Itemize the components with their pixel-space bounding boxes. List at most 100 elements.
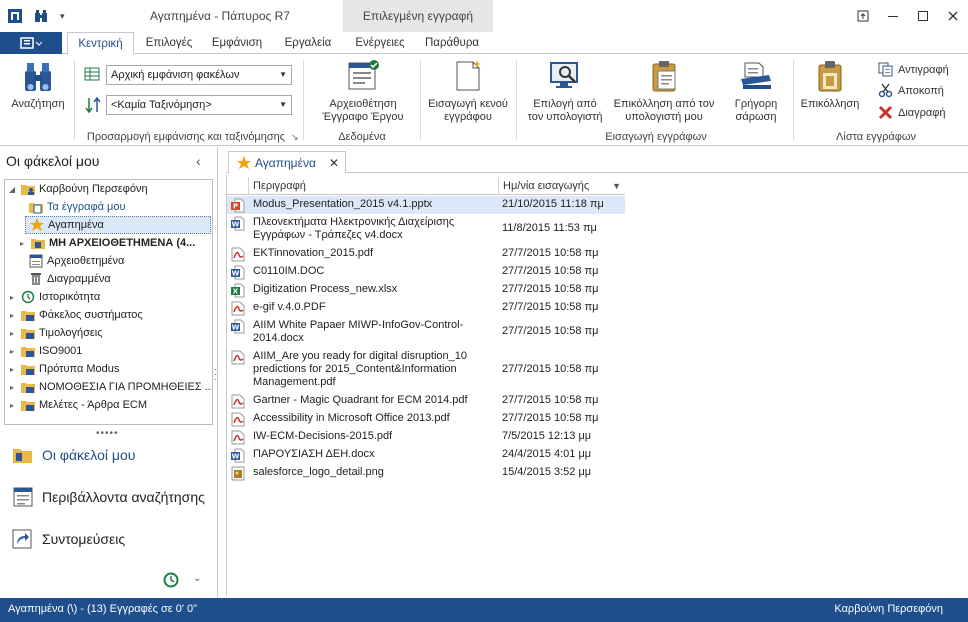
splitter-grip-icon[interactable]: · · · xyxy=(214,365,217,385)
table-row[interactable]: salesforce_logo_detail.png 15/4/2015 3:52… xyxy=(227,464,625,482)
row-date: 27/7/2015 10:58 πμ xyxy=(502,412,599,424)
tree-node-unfiled[interactable]: ▸ ΜΗ ΑΡΧΕΙΟΘΕΤΗΜΕΝΑ (4... xyxy=(17,234,195,252)
expand-icon[interactable]: ▸ xyxy=(7,383,17,392)
app-logo-icon[interactable] xyxy=(6,7,24,25)
archived-icon xyxy=(28,254,44,268)
tab-windows[interactable]: Παράθυρα xyxy=(420,32,484,54)
pane-splitter-grip[interactable]: ••••• xyxy=(96,428,119,439)
paste-button[interactable]: Επικόλληση xyxy=(798,58,862,111)
minimize-icon[interactable] xyxy=(878,0,908,32)
maximize-icon[interactable] xyxy=(908,0,938,32)
row-date: 27/7/2015 10:58 πμ xyxy=(502,265,599,277)
scanner-icon xyxy=(739,58,773,94)
tree-node-favorites[interactable]: Αγαπημένα xyxy=(25,216,211,234)
table-row[interactable]: Gartner - Magic Quadrant for ECM 2014.pd… xyxy=(227,392,625,410)
svg-text:W: W xyxy=(232,221,240,229)
tree-node-invoices[interactable]: ▸ Τιμολογήσεις xyxy=(7,324,103,342)
insert-blank-document-button[interactable]: Εισαγωγή κενού εγγράφου xyxy=(424,58,512,124)
expand-icon[interactable]: ▸ xyxy=(17,239,27,248)
star-icon xyxy=(237,155,251,169)
table-row[interactable]: e-gif v.4.0.PDF 27/7/2015 10:58 πμ xyxy=(227,299,625,317)
tab-favorites[interactable]: Αγαπημένα ✕ xyxy=(228,151,346,174)
delete-button[interactable]: Διαγραφή xyxy=(878,105,946,120)
tab-actions[interactable]: Ενέργειες xyxy=(348,32,412,54)
svg-text:W: W xyxy=(232,453,240,461)
tree-node-deleted[interactable]: Διαγραμμένα xyxy=(25,270,111,288)
table-row[interactable]: P Modus_Presentation_2015 v4.1.pptx 21/10/… xyxy=(227,196,625,214)
paste-label: Επικόλληση xyxy=(800,98,860,110)
expand-icon[interactable]: ▸ xyxy=(7,365,17,374)
tree-node-system-folder[interactable]: ▸ Φάκελος συστήματος xyxy=(7,306,143,324)
tab-options[interactable]: Επιλογές xyxy=(140,32,198,54)
row-date: 27/7/2015 10:58 πμ xyxy=(502,283,599,295)
tree-node-my-documents[interactable]: Τα έγγραφά μου xyxy=(25,198,125,216)
tree-node-user[interactable]: ◢ Καρβούνη Περσεφόνη xyxy=(7,180,148,198)
paste-from-computer-button[interactable]: Επικόλληση από τον υπολογιστή μου xyxy=(608,58,720,124)
user-folder-icon xyxy=(20,182,36,196)
folders-pane: Οι φάκελοί μου ‹ ◢ Καρβούνη Περσεφόνη Τα… xyxy=(0,147,218,598)
qat-customize-icon[interactable]: ▾ xyxy=(60,11,65,22)
expand-icon[interactable]: ◢ xyxy=(7,185,17,194)
tab-view[interactable]: Εμφάνιση xyxy=(206,32,268,54)
table-row[interactable]: W ΠΑΡΟΥΣΙΑΣΗ ΔΕΗ.docx 24/4/2015 4:01 μμ xyxy=(227,446,625,464)
view-mode-select[interactable]: Αρχική εμφάνιση φακέλων ▼ xyxy=(106,65,292,85)
restore-ribbon-icon[interactable] xyxy=(848,0,878,32)
table-row[interactable]: EKTinnovation_2015.pdf 27/7/2015 10:58 πμ xyxy=(227,245,625,263)
star-icon xyxy=(29,218,45,232)
copy-button[interactable]: Αντιγραφή xyxy=(878,62,949,77)
expand-icon[interactable]: ▸ xyxy=(7,311,17,320)
status-user-name: Καρβούνη Περσεφόνη xyxy=(834,603,943,615)
table-row[interactable]: Accessibility in Microsoft Office 2013.p… xyxy=(227,410,625,428)
tab-tools[interactable]: Εργαλεία xyxy=(278,32,338,54)
table-row[interactable]: W AIIM White Papaer MIWP-InfoGov-Control-… xyxy=(227,317,625,347)
chevron-down-icon[interactable]: ⌄ xyxy=(193,573,201,584)
tree-node-ecm-articles[interactable]: ▸ Μελέτες - Άρθρα ECM xyxy=(7,396,147,414)
window-controls xyxy=(848,0,968,32)
status-record-count: Αγαπημένα (\) - (13) Εγγραφές σε 0' 0" xyxy=(8,603,198,615)
select-from-computer-button[interactable]: Επιλογή από τον υπολογιστή xyxy=(522,58,608,124)
file-menu-icon xyxy=(20,37,42,49)
paste-from-computer-label: Επικόλληση από τον υπολογιστή μου xyxy=(613,98,715,123)
folder-tree: ◢ Καρβούνη Περσεφόνη Τα έγγραφά μου Αγαπ… xyxy=(4,179,213,425)
word-file-icon: W xyxy=(231,319,245,334)
nav-shortcuts[interactable]: Συντομεύσεις xyxy=(12,529,125,549)
table-row[interactable]: X Digitization Process_new.xlsx 27/7/2015 … xyxy=(227,281,625,299)
history-icon[interactable] xyxy=(162,571,180,592)
collapse-pane-icon[interactable]: ‹ xyxy=(196,153,201,169)
tab-home[interactable]: Κεντρική xyxy=(67,32,134,55)
search-button[interactable]: Αναζήτηση xyxy=(8,58,68,111)
column-header-description[interactable]: Περιγραφή xyxy=(249,177,499,195)
binoculars-icon[interactable] xyxy=(32,7,50,25)
expand-icon[interactable]: ▸ xyxy=(7,347,17,356)
nav-search-environments[interactable]: Περιβάλλοντα αναζήτησης xyxy=(12,487,205,507)
expand-icon[interactable]: ▸ xyxy=(7,401,17,410)
table-row[interactable]: W Πλεονεκτήματα Ηλεκτρονικής Διαχείρισης … xyxy=(227,214,625,244)
close-tab-icon[interactable]: ✕ xyxy=(329,156,339,170)
table-row[interactable]: W C0110IM.DOC 27/7/2015 10:58 πμ xyxy=(227,263,625,281)
dialog-launcher-icon[interactable]: ↘ xyxy=(291,132,299,143)
cut-button[interactable]: Αποκοπή xyxy=(878,83,944,98)
row-date: 27/7/2015 10:58 πμ xyxy=(502,247,599,259)
row-description: e-gif v.4.0.PDF xyxy=(253,301,326,313)
quick-scan-button[interactable]: Γρήγορη σάρωση xyxy=(724,58,788,124)
table-row[interactable]: AIIM_Are you ready for digital disruptio… xyxy=(227,348,625,391)
archive-project-document-button[interactable]: Αρχειοθέτηση Έγγραφο Έργου xyxy=(318,58,408,124)
column-header-date[interactable]: Ημ/νία εισαγωγής ▼ xyxy=(499,177,625,195)
pdf-file-icon xyxy=(231,412,245,427)
sort-value: <Καμία Ταξινόμηση> xyxy=(111,99,212,111)
row-date: 27/7/2015 10:58 πμ xyxy=(502,394,599,406)
tree-node-modus-templates[interactable]: ▸ Πρότυπα Modus xyxy=(7,360,119,378)
tree-node-history[interactable]: ▸ Ιστορικότητα xyxy=(7,288,100,306)
folder-icon xyxy=(20,326,36,340)
table-row[interactable]: IW-ECM-Decisions-2015.pdf 7/5/2015 12:13 … xyxy=(227,428,625,446)
expand-icon[interactable]: ▸ xyxy=(7,329,17,338)
nav-my-folders[interactable]: Οι φάκελοί μου xyxy=(12,445,135,465)
tree-node-archived[interactable]: Αρχειοθετημένα xyxy=(25,252,124,270)
tree-node-procurement-law[interactable]: ▸ ΝΟΜΟΘΕΣΙΑ ΓΙΑ ΠΡΟΜΗΘΕΙΕΣ ... xyxy=(7,378,212,396)
file-menu-button[interactable] xyxy=(0,32,62,54)
pdf-file-icon xyxy=(231,301,245,316)
tree-node-iso9001[interactable]: ▸ ISO9001 xyxy=(7,342,82,360)
close-icon[interactable] xyxy=(938,0,968,32)
expand-icon[interactable]: ▸ xyxy=(7,293,17,302)
sort-select[interactable]: <Καμία Ταξινόμηση> ▼ xyxy=(106,95,292,115)
